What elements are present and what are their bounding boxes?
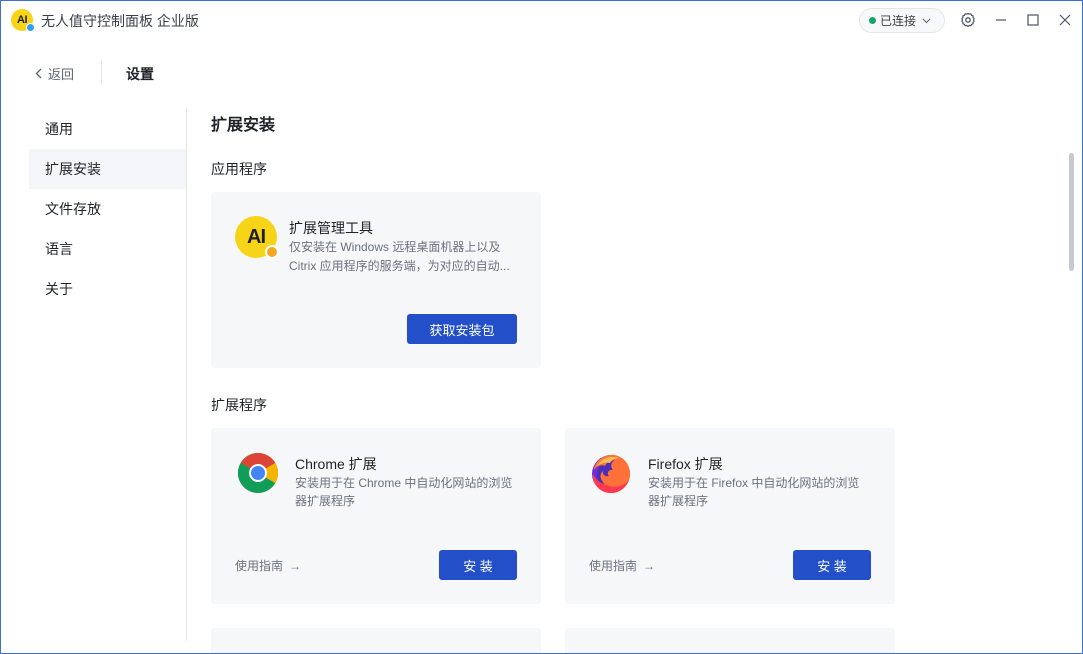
extension-card-partial (565, 628, 895, 653)
extension-tool-title: 扩展管理工具 (289, 220, 373, 236)
chevron-down-icon (922, 16, 931, 26)
back-button[interactable]: 返回 (35, 64, 74, 83)
apps-group-label: 应用程序 (211, 161, 267, 177)
firefox-extension-title: Firefox 扩展 (648, 456, 723, 472)
chrome-guide-label: 使用指南 (235, 559, 284, 573)
chrome-extension-desc-line2: 器扩展程序 (295, 494, 356, 508)
connection-status-label: 已连接 (880, 14, 917, 28)
sidebar-item-general[interactable]: 通用 (29, 109, 186, 149)
chrome-extension-card: Chrome 扩展 安装用于在 Chrome 中自动化网站的浏览 器扩展程序 使… (211, 428, 541, 604)
firefox-guide-link[interactable]: 使用指南 → (589, 557, 655, 574)
extension-card-partial (211, 628, 541, 653)
window-title: 无人值守控制面板 企业版 (41, 13, 199, 29)
firefox-icon (589, 452, 633, 496)
settings-sidebar: 通用 扩展安装 文件存放 语言 关于 (29, 109, 186, 309)
back-button-label: 返回 (48, 67, 75, 82)
chrome-install-button[interactable]: 安 装 (439, 550, 517, 580)
chevron-left-icon (35, 66, 42, 82)
arrow-right-icon: → (289, 558, 302, 573)
chrome-guide-link[interactable]: 使用指南 → (235, 557, 301, 574)
connection-status-dropdown[interactable]: 已连接 (859, 8, 945, 33)
sidebar-item-file-storage[interactable]: 文件存放 (29, 189, 186, 229)
app-window: AI 无人值守控制面板 企业版 已连接 返回 设置 通用 扩展安装 文件存放 语… (0, 0, 1083, 654)
main-content: 扩展安装 应用程序 AI 扩展管理工具 仅安装在 Windows 远程桌面机器上… (211, 109, 1061, 653)
section-title: 扩展安装 (211, 117, 276, 134)
puzzle-badge-icon (265, 245, 279, 259)
chrome-extension-title: Chrome 扩展 (295, 456, 377, 472)
extensions-group-label: 扩展程序 (211, 397, 267, 413)
get-installer-button[interactable]: 获取安装包 (407, 314, 517, 344)
sidebar-item-extension-install[interactable]: 扩展安装 (29, 149, 186, 189)
app-logo-icon: AI (11, 9, 35, 32)
extension-tool-desc-line1: 仅安装在 Windows 远程桌面机器上以及 (289, 240, 501, 254)
title-bar: AI 无人值守控制面板 企业版 已连接 (1, 1, 1082, 39)
firefox-extension-desc-line2: 器扩展程序 (648, 494, 709, 508)
chrome-icon (237, 452, 279, 494)
firefox-extension-desc-line1: 安装用于在 Firefox 中自动化网站的浏览 (648, 476, 860, 490)
scrollbar-thumb[interactable] (1069, 153, 1074, 271)
connected-dot-icon (869, 17, 876, 24)
settings-gear-icon[interactable] (957, 9, 979, 31)
firefox-guide-label: 使用指南 (589, 559, 638, 573)
sidebar-item-language[interactable]: 语言 (29, 229, 186, 269)
extension-tool-card: AI 扩展管理工具 仅安装在 Windows 远程桌面机器上以及 Citrix … (211, 192, 541, 368)
page-title: 设置 (126, 66, 154, 82)
minimize-icon[interactable] (990, 9, 1012, 31)
app-logo-status-dot (26, 23, 35, 32)
arrow-right-icon: → (643, 558, 656, 573)
maximize-icon[interactable] (1022, 9, 1044, 31)
sidebar-divider (186, 109, 187, 641)
close-icon[interactable] (1054, 9, 1076, 31)
sidebar-item-about[interactable]: 关于 (29, 269, 186, 309)
firefox-install-button[interactable]: 安 装 (793, 550, 871, 580)
chrome-extension-desc-line1: 安装用于在 Chrome 中自动化网站的浏览 (295, 476, 513, 490)
ai-extension-tool-icon: AI (235, 216, 279, 259)
app-logo-text: AI (17, 14, 28, 26)
header-divider (101, 61, 102, 85)
extension-tool-desc-line2: Citrix 应用程序的服务端，为对应的自动... (289, 259, 510, 273)
firefox-extension-card: Firefox 扩展 安装用于在 Firefox 中自动化网站的浏览 器扩展程序… (565, 428, 895, 604)
